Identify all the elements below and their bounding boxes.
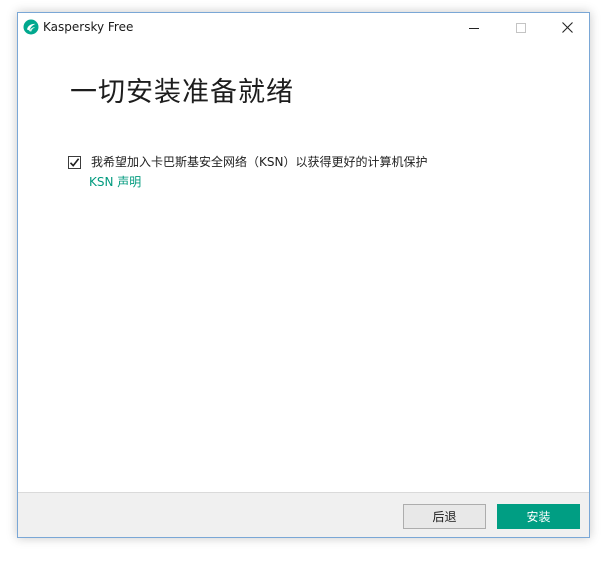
minimize-icon <box>469 18 479 37</box>
maximize-button[interactable] <box>498 13 544 42</box>
ksn-checkbox-label[interactable]: 我希望加入卡巴斯基安全网络（KSN）以获得更好的计算机保护 <box>91 154 427 170</box>
close-button[interactable] <box>544 13 590 42</box>
install-button[interactable]: 安装 <box>497 504 580 529</box>
installer-window: Kaspersky Free 一切安装准备就绪 我希望加入卡巴斯基安全网络（KS… <box>17 12 590 538</box>
page-title: 一切安装准备就绪 <box>70 77 294 108</box>
minimize-button[interactable] <box>451 13 497 42</box>
footer-bar: 后退 安装 <box>18 492 589 537</box>
title-bar[interactable]: Kaspersky Free <box>18 13 589 43</box>
kaspersky-logo-icon <box>23 19 39 35</box>
close-icon <box>561 18 573 37</box>
ksn-checkbox[interactable] <box>68 153 81 172</box>
checkmark-icon <box>69 153 80 172</box>
ksn-statement-link[interactable]: KSN 声明 <box>89 174 141 190</box>
maximize-icon <box>516 18 526 37</box>
back-button[interactable]: 后退 <box>403 504 486 529</box>
window-title: Kaspersky Free <box>43 20 134 34</box>
ksn-consent-row: 我希望加入卡巴斯基安全网络（KSN）以获得更好的计算机保护 <box>68 153 427 171</box>
